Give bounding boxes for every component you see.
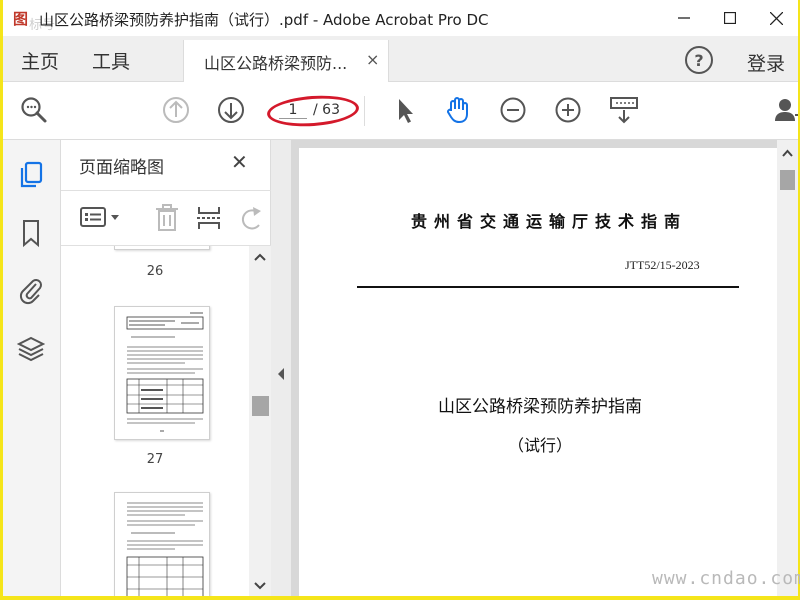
panel-toolbar xyxy=(61,190,271,246)
thumbnail-number: 26 xyxy=(146,264,164,279)
thumbnail-preview xyxy=(126,312,204,432)
maximize-button[interactable] xyxy=(707,5,753,31)
zoom-in-icon xyxy=(555,97,581,123)
copy-pages-icon xyxy=(20,161,43,188)
panel-collapse-handle[interactable] xyxy=(271,140,291,596)
share-user-button[interactable] xyxy=(773,95,798,125)
minimize-button[interactable] xyxy=(661,5,707,31)
header-rule xyxy=(357,286,739,288)
list-options-icon xyxy=(80,207,119,227)
page-thumbnails-button[interactable] xyxy=(17,160,45,190)
bookmark-icon xyxy=(23,220,39,248)
tab-tools[interactable]: 工具 xyxy=(92,47,130,74)
document-page: 贵州省交通运输厅技术指南 JTT52/15-2023 山区公路桥梁预防养护指南 … xyxy=(299,148,777,596)
document-code: JTT52/15-2023 xyxy=(625,258,700,272)
zoom-out-icon xyxy=(500,97,526,123)
thumbnails-panel: 页面缩略图 ✕ 26 27 xyxy=(61,140,271,596)
thumbnail-scrollbar[interactable] xyxy=(249,246,271,596)
tab-close-button[interactable]: × xyxy=(366,50,379,69)
minimize-icon xyxy=(678,17,690,19)
paperclip-icon xyxy=(19,279,42,305)
previous-page-button[interactable] xyxy=(161,95,191,125)
arrow-down-icon xyxy=(218,97,244,123)
scrollbar-track xyxy=(252,253,269,590)
hand-tool-button[interactable] xyxy=(443,95,473,125)
layers-button[interactable] xyxy=(16,334,46,364)
page-display-icon xyxy=(610,97,638,124)
search-button[interactable] xyxy=(19,95,49,125)
panel-title: 页面缩略图 xyxy=(79,158,164,178)
rotate-page-button[interactable] xyxy=(237,203,265,233)
attachments-button[interactable] xyxy=(17,275,45,305)
title-bar: 图 标号 山区公路桥梁预防养护指南（试行）.pdf - Adobe Acroba… xyxy=(3,0,798,36)
zoom-in-button[interactable] xyxy=(553,95,583,125)
thumbnail-list: 26 27 xyxy=(61,246,249,596)
trash-icon xyxy=(156,204,178,231)
rotate-icon xyxy=(241,207,261,230)
scrollbar-track xyxy=(780,149,795,190)
login-button[interactable]: 登录 xyxy=(747,49,785,76)
maximize-icon xyxy=(724,12,736,24)
close-icon xyxy=(769,11,783,25)
thumbnail-page[interactable] xyxy=(114,246,210,250)
select-tool-button[interactable] xyxy=(390,95,420,125)
toolbar: 1 / 63 xyxy=(3,82,798,140)
app-window: 图 标号 山区公路桥梁预防养护指南（试行）.pdf - Adobe Acroba… xyxy=(3,0,798,596)
window-title: 山区公路桥梁预防养护指南（试行）.pdf - Adobe Acrobat Pro… xyxy=(39,11,489,29)
panel-close-button[interactable]: ✕ xyxy=(231,150,248,174)
document-title: 山区公路桥梁预防养护指南 xyxy=(438,397,642,417)
help-button[interactable]: ? xyxy=(685,46,713,74)
document-view: 贵州省交通运输厅技术指南 JTT52/15-2023 山区公路桥梁预防养护指南 … xyxy=(291,140,798,596)
cursor-arrow-icon xyxy=(399,99,413,123)
tab-document[interactable]: 山区公路桥梁预防... × xyxy=(183,40,389,82)
thumbnail-page[interactable] xyxy=(114,492,210,596)
thumbnail-number: 27 xyxy=(146,452,164,467)
hand-icon xyxy=(447,97,468,124)
delete-page-button[interactable] xyxy=(153,203,181,233)
chevron-left-icon xyxy=(278,368,284,380)
document-header: 贵州省交通运输厅技术指南 xyxy=(410,212,687,231)
document-scrollbar[interactable] xyxy=(777,140,798,596)
thumbnail-page[interactable] xyxy=(114,306,210,440)
arrow-up-icon xyxy=(163,97,189,123)
options-menu-button[interactable] xyxy=(79,205,123,231)
toolbar-divider xyxy=(364,96,365,126)
insert-pages-icon xyxy=(197,207,221,229)
watermark-bottom: www.cndao.com xyxy=(652,568,800,589)
document-subtitle: （试行） xyxy=(507,436,572,455)
thumbnail-preview xyxy=(126,502,204,596)
tab-home[interactable]: 主页 xyxy=(21,47,59,74)
zoom-out-button[interactable] xyxy=(498,95,528,125)
left-rail xyxy=(3,140,61,596)
add-user-icon xyxy=(775,99,798,121)
insert-page-button[interactable] xyxy=(195,203,223,233)
search-icon xyxy=(21,97,47,123)
close-window-button[interactable] xyxy=(753,5,798,31)
scroll-mode-button[interactable] xyxy=(609,95,639,125)
tab-document-label: 山区公路桥梁预防... xyxy=(204,54,348,73)
tab-bar: 主页 工具 山区公路桥梁预防... × ? 登录 xyxy=(3,36,798,82)
next-page-button[interactable] xyxy=(216,95,246,125)
bookmarks-button[interactable] xyxy=(17,218,45,248)
layers-icon xyxy=(16,336,46,362)
